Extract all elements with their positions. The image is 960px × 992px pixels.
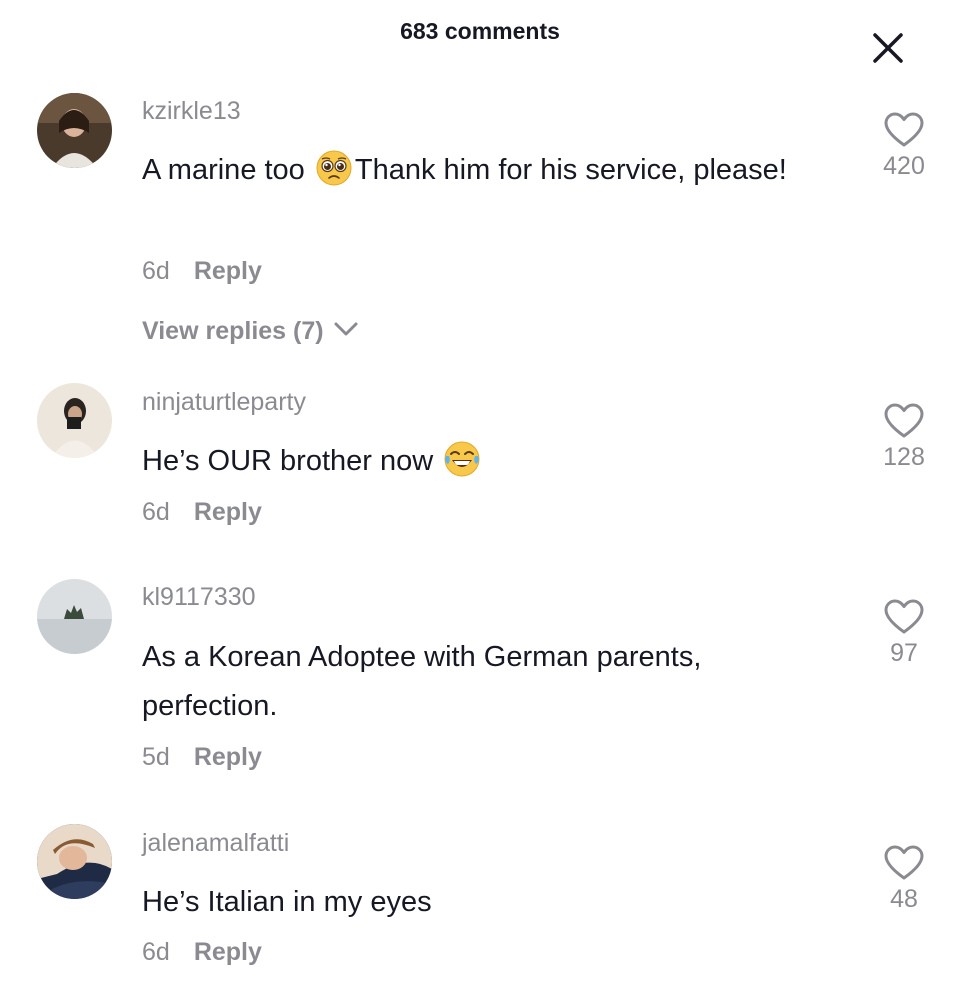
- comment-username[interactable]: jalenamalfatti: [142, 829, 289, 858]
- like-count: 97: [890, 639, 918, 667]
- comment-meta: 6d Reply: [142, 257, 262, 286]
- heart-icon: [884, 112, 924, 147]
- comment-text-part: As a Korean Adoptee with German parents,…: [142, 641, 702, 722]
- comment-username[interactable]: kl9117330: [142, 583, 256, 612]
- comment-text: He’s Italian in my eyes: [142, 878, 842, 927]
- avatar[interactable]: [37, 383, 112, 458]
- comment-text-part: He’s Italian in my eyes: [142, 886, 432, 918]
- comment-meta: 6d Reply: [142, 938, 262, 967]
- tears-of-joy-emoji: [443, 440, 481, 478]
- comment-text-part: A marine too: [142, 154, 313, 186]
- like-count: 48: [890, 885, 918, 913]
- like-button[interactable]: 48: [868, 845, 940, 914]
- like-button[interactable]: 128: [868, 403, 940, 472]
- comments-count-title: 683 comments: [400, 18, 560, 44]
- comment-username[interactable]: ninjaturtleparty: [142, 388, 306, 417]
- comment-text: A marine too Thank him for his service, …: [142, 146, 842, 195]
- comment-meta: 5d Reply: [142, 743, 262, 772]
- like-count: 128: [883, 443, 925, 471]
- pleading-face-emoji: [315, 149, 353, 187]
- like-button[interactable]: 420: [868, 112, 940, 181]
- close-icon[interactable]: [868, 28, 908, 68]
- comment-username[interactable]: kzirkle13: [142, 97, 241, 126]
- like-count: 420: [883, 152, 925, 180]
- like-button[interactable]: 97: [868, 599, 940, 668]
- heart-icon: [884, 845, 924, 880]
- comment-text-part: He’s OUR brother now: [142, 445, 442, 477]
- reply-button[interactable]: Reply: [194, 743, 262, 771]
- chevron-down-icon: [334, 322, 358, 336]
- heart-icon: [884, 403, 924, 438]
- comment-text: He’s OUR brother now: [142, 437, 842, 486]
- comment-time: 5d: [142, 743, 170, 771]
- heart-icon: [884, 599, 924, 634]
- avatar[interactable]: [37, 824, 112, 899]
- reply-button[interactable]: Reply: [194, 498, 262, 526]
- view-replies-button[interactable]: View replies (7): [142, 317, 359, 346]
- reply-button[interactable]: Reply: [194, 257, 262, 285]
- comment-time: 6d: [142, 257, 170, 285]
- comment-time: 6d: [142, 938, 170, 966]
- comment-time: 6d: [142, 498, 170, 526]
- view-replies-label: View replies (7): [142, 317, 324, 345]
- avatar[interactable]: [37, 579, 112, 654]
- comment-text-part: Thank him for his service, please!: [354, 154, 787, 186]
- comment-text: As a Korean Adoptee with German parents,…: [142, 633, 842, 731]
- comment-meta: 6d Reply: [142, 498, 262, 527]
- avatar[interactable]: [37, 93, 112, 168]
- reply-button[interactable]: Reply: [194, 938, 262, 966]
